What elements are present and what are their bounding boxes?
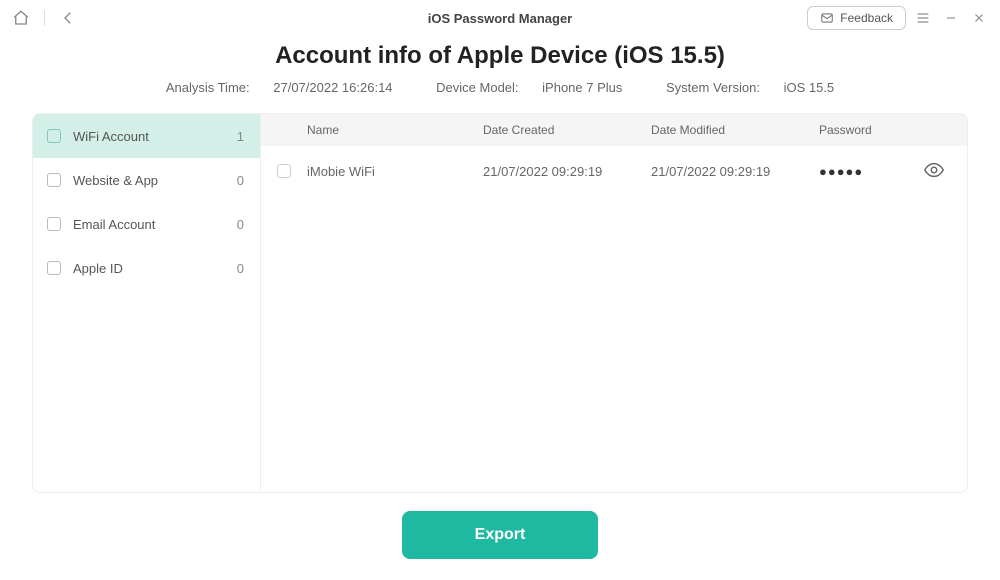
reveal-password-button[interactable] [923, 159, 945, 184]
table-row[interactable]: iMobie WiFi 21/07/2022 09:29:19 21/07/20… [261, 146, 967, 196]
sidebar-item-wifi[interactable]: WiFi Account 1 [33, 114, 260, 158]
checkbox-icon[interactable] [277, 164, 291, 178]
home-icon[interactable] [10, 7, 32, 29]
window-title: iOS Password Manager [428, 11, 573, 26]
sidebar-item-email[interactable]: Email Account 0 [33, 202, 260, 246]
cell-password: ●●●●● [819, 164, 901, 179]
main-panel: Name Date Created Date Modified Password… [261, 114, 967, 492]
checkbox-icon[interactable] [47, 173, 61, 187]
page-title: Account info of Apple Device (iOS 15.5) [32, 42, 968, 70]
sidebar-item-count: 1 [237, 129, 244, 144]
cell-created: 21/07/2022 09:29:19 [483, 164, 651, 179]
col-created: Date Created [483, 123, 651, 137]
sidebar-item-label: Email Account [73, 217, 237, 232]
separator [44, 10, 45, 26]
cell-name: iMobie WiFi [307, 164, 483, 179]
sidebar-item-label: Website & App [73, 173, 237, 188]
cell-modified: 21/07/2022 09:29:19 [651, 164, 819, 179]
sidebar: WiFi Account 1 Website & App 0 Email Acc… [33, 114, 261, 492]
sidebar-item-label: WiFi Account [73, 129, 237, 144]
sidebar-item-website[interactable]: Website & App 0 [33, 158, 260, 202]
checkbox-icon[interactable] [47, 129, 61, 143]
minimize-icon[interactable] [940, 7, 962, 29]
analysis-label: Analysis Time: [166, 80, 250, 95]
col-name: Name [307, 123, 483, 137]
device-label: Device Model: [436, 80, 518, 95]
mail-icon [820, 11, 834, 25]
sidebar-item-count: 0 [237, 261, 244, 276]
sidebar-item-count: 0 [237, 217, 244, 232]
meta-row: Analysis Time: 27/07/2022 16:26:14 Devic… [32, 80, 968, 95]
feedback-button[interactable]: Feedback [807, 6, 906, 30]
system-label: System Version: [666, 80, 760, 95]
eye-icon [923, 159, 945, 181]
table-header: Name Date Created Date Modified Password [261, 114, 967, 146]
export-button[interactable]: Export [402, 511, 598, 559]
col-modified: Date Modified [651, 123, 819, 137]
close-icon[interactable] [968, 7, 990, 29]
sidebar-item-appleid[interactable]: Apple ID 0 [33, 246, 260, 290]
system-value: iOS 15.5 [784, 80, 835, 95]
col-password: Password [819, 123, 901, 137]
checkbox-icon[interactable] [47, 217, 61, 231]
sidebar-item-count: 0 [237, 173, 244, 188]
checkbox-icon[interactable] [47, 261, 61, 275]
device-value: iPhone 7 Plus [542, 80, 622, 95]
sidebar-item-label: Apple ID [73, 261, 237, 276]
analysis-value: 27/07/2022 16:26:14 [273, 80, 392, 95]
menu-icon[interactable] [912, 7, 934, 29]
back-icon[interactable] [57, 7, 79, 29]
feedback-label: Feedback [840, 11, 893, 25]
